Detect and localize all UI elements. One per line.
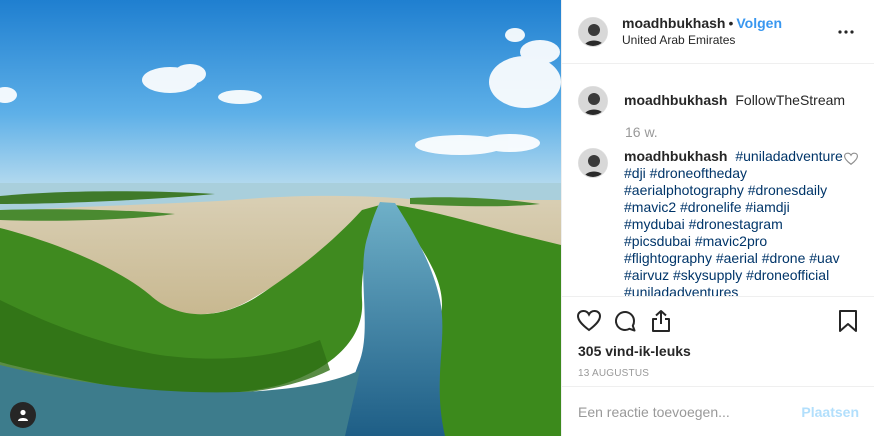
likes-count[interactable]: 305 vind-ik-leuks bbox=[576, 343, 861, 359]
caption-hashtags[interactable]: #uniladadventure #dji #droneoftheday #ae… bbox=[624, 148, 843, 296]
comments-section: moadhbukhash FollowTheStream 16 w. moadh… bbox=[562, 64, 874, 296]
comment-icon bbox=[615, 311, 636, 332]
post-side-panel: moadhbukhash • Volgen United Arab Emirates bbox=[561, 0, 874, 436]
profile-photo-icon bbox=[579, 17, 607, 46]
post-comment-button[interactable]: Plaatsen bbox=[801, 404, 859, 420]
post-date[interactable]: 13 AUGUSTUS bbox=[576, 368, 861, 379]
caption-username[interactable]: moadhbukhash bbox=[624, 148, 727, 164]
post-photo[interactable] bbox=[0, 0, 561, 436]
comment-row: moadhbukhash FollowTheStream bbox=[578, 86, 858, 116]
profile-photo-icon bbox=[579, 87, 607, 115]
add-comment-bar: Plaatsen bbox=[562, 386, 874, 436]
like-button[interactable] bbox=[576, 308, 602, 334]
comment-body: FollowTheStream bbox=[735, 92, 846, 108]
avatar[interactable] bbox=[578, 148, 608, 178]
more-options-button[interactable] bbox=[834, 20, 858, 44]
more-options-icon bbox=[838, 29, 854, 34]
user-tag-button[interactable] bbox=[10, 402, 36, 428]
aerial-mangrove-image bbox=[0, 0, 561, 436]
avatar[interactable] bbox=[578, 16, 608, 47]
avatar[interactable] bbox=[578, 86, 608, 116]
username-link[interactable]: moadhbukhash bbox=[622, 15, 725, 31]
heart-icon bbox=[577, 309, 601, 332]
caption-row: moadhbukhash #uniladadventure #dji #dron… bbox=[578, 148, 859, 296]
comment-text: moadhbukhash FollowTheStream bbox=[624, 92, 858, 109]
post-header: moadhbukhash • Volgen United Arab Emirates bbox=[562, 0, 874, 64]
bookmark-icon bbox=[839, 310, 857, 332]
share-button[interactable] bbox=[648, 308, 674, 334]
location-link[interactable]: United Arab Emirates bbox=[622, 32, 834, 48]
like-comment-button[interactable] bbox=[843, 152, 859, 166]
profile-photo-icon bbox=[579, 149, 607, 177]
header-meta: moadhbukhash • Volgen United Arab Emirates bbox=[622, 15, 834, 48]
comment-username[interactable]: moadhbukhash bbox=[624, 92, 727, 108]
heart-icon bbox=[843, 152, 859, 165]
caption-text: moadhbukhash #uniladadventure #dji #dron… bbox=[624, 148, 844, 296]
save-button[interactable] bbox=[835, 308, 861, 334]
comment-button[interactable] bbox=[612, 308, 638, 334]
post-time-ago[interactable]: 16 w. bbox=[625, 124, 858, 140]
action-bar: 305 vind-ik-leuks 13 AUGUSTUS bbox=[562, 296, 874, 379]
action-icons bbox=[576, 307, 861, 335]
separator-dot: • bbox=[728, 15, 734, 31]
follow-button[interactable]: Volgen bbox=[736, 15, 782, 31]
comment-input[interactable] bbox=[578, 403, 802, 420]
user-tag-icon bbox=[18, 409, 28, 421]
share-icon bbox=[652, 310, 670, 332]
